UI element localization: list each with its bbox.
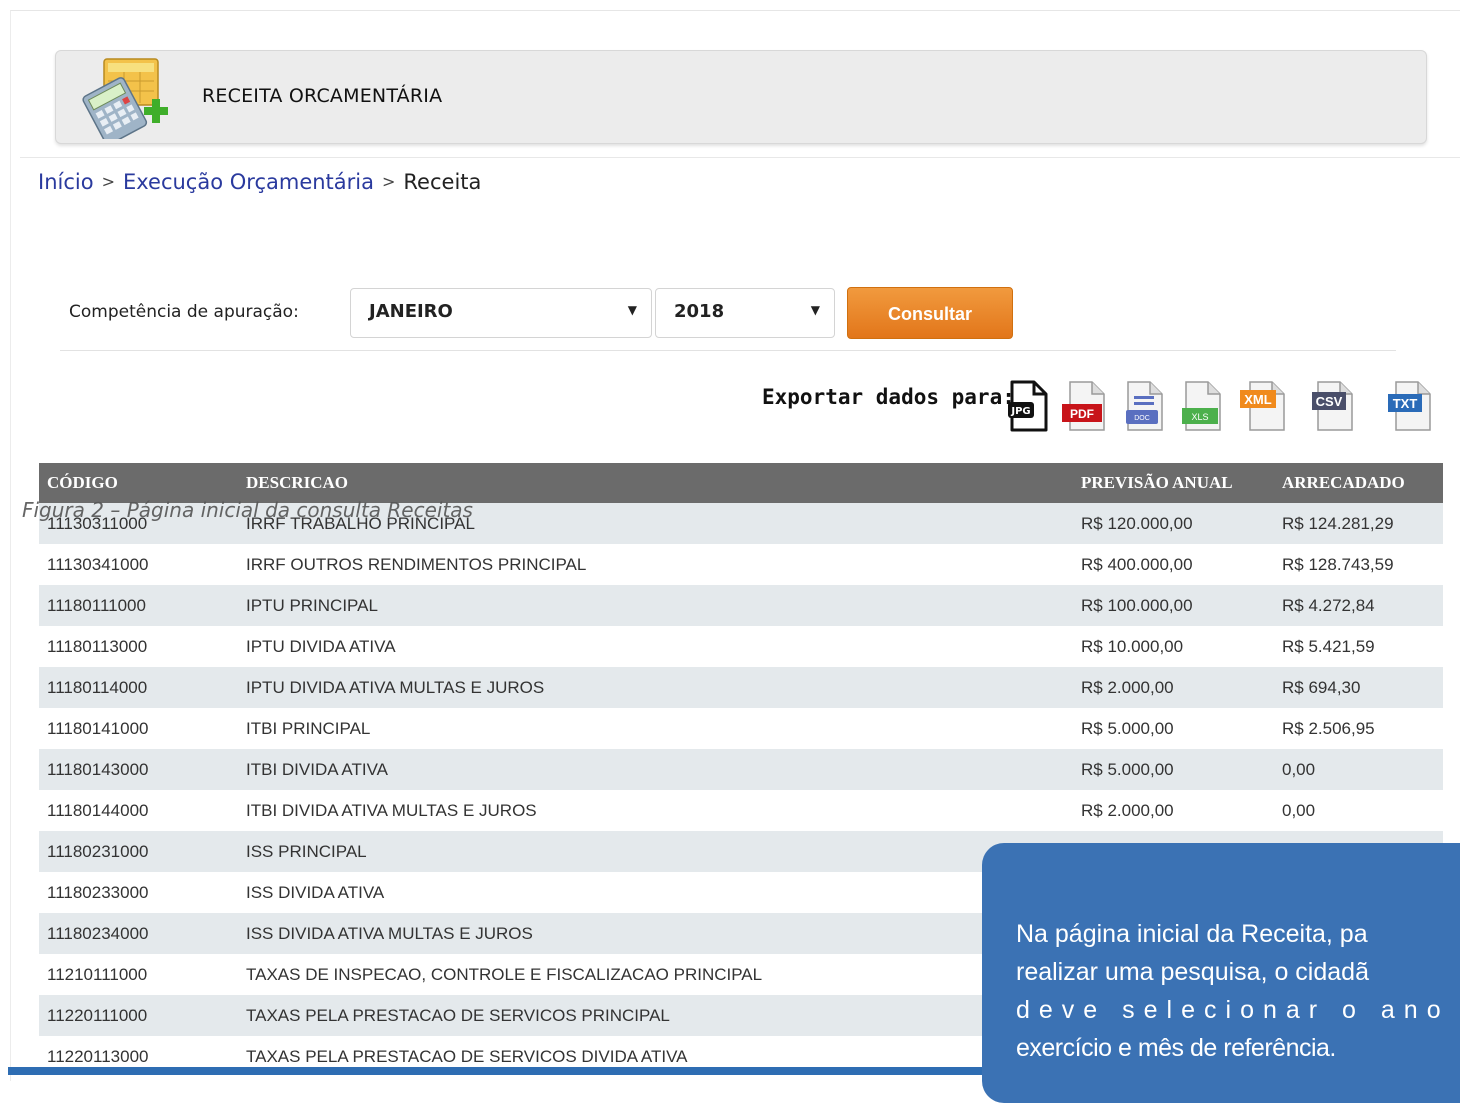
cell-codigo: 11180144000 — [39, 790, 238, 831]
column-header-codigo[interactable]: CÓDIGO — [39, 463, 238, 503]
cell-arrecadado: R$ 694,30 — [1274, 667, 1443, 708]
month-select-value: JANEIRO — [369, 301, 453, 322]
cell-previsao: R$ 400.000,00 — [1073, 544, 1274, 585]
cell-arrecadado: 0,00 — [1274, 790, 1443, 831]
competencia-label: Competência de apuração: — [69, 302, 299, 322]
table-row[interactable]: 11180141000 ITBI PRINCIPAL R$ 5.000,00 R… — [39, 708, 1443, 749]
svg-text:DOC: DOC — [1134, 415, 1150, 422]
svg-text:JPG: JPG — [1010, 406, 1030, 417]
cell-codigo: 11220111000 — [39, 995, 238, 1036]
svg-text:TXT: TXT — [1393, 396, 1418, 411]
cell-descricao: ISS PRINCIPAL — [238, 831, 1073, 872]
callout-line-2: realizar uma pesquisa, o cidadã — [1016, 958, 1369, 986]
cell-previsao: R$ 5.000,00 — [1073, 749, 1274, 790]
table-row[interactable]: 11180113000 IPTU DIVIDA ATIVA R$ 10.000,… — [39, 626, 1443, 667]
cell-previsao: R$ 2.000,00 — [1073, 667, 1274, 708]
export-xls-icon[interactable]: XLS — [1176, 378, 1226, 434]
export-csv-icon[interactable]: CSV — [1308, 378, 1358, 434]
cell-arrecadado: 0,00 — [1274, 749, 1443, 790]
cell-codigo: 11180114000 — [39, 667, 238, 708]
callout-text: Na página inicial da Receita, pa realiza… — [1016, 915, 1460, 1067]
year-select-value: 2018 — [674, 301, 725, 322]
export-jpg-icon[interactable]: JPG — [1004, 378, 1054, 434]
calculator-add-icon — [82, 58, 168, 139]
consultar-button[interactable]: Consultar — [847, 287, 1013, 339]
callout-line-4: exercício e mês de referência. — [1016, 1034, 1336, 1062]
cell-descricao: ITBI DIVIDA ATIVA MULTAS E JUROS — [238, 790, 1073, 831]
svg-text:XML: XML — [1244, 392, 1272, 407]
cell-descricao: IPTU DIVIDA ATIVA — [238, 626, 1073, 667]
callout-line-1: Na página inicial da Receita, pa — [1016, 920, 1368, 948]
table-row[interactable]: 11180143000 ITBI DIVIDA ATIVA R$ 5.000,0… — [39, 749, 1443, 790]
cell-arrecadado: R$ 128.743,59 — [1274, 544, 1443, 585]
figure-caption: Figura 2 – Página inicial da consulta Re… — [22, 498, 473, 522]
dropdown-arrow-icon: ▼ — [810, 303, 820, 317]
cell-descricao: ISS DIVIDA ATIVA MULTAS E JUROS — [238, 913, 1073, 954]
month-select[interactable]: JANEIRO ▼ — [350, 288, 652, 338]
cell-previsao: R$ 10.000,00 — [1073, 626, 1274, 667]
svg-text:XLS: XLS — [1191, 412, 1208, 422]
cell-codigo: 11130341000 — [39, 544, 238, 585]
export-txt-icon[interactable]: TXT — [1386, 378, 1436, 434]
breadcrumb-separator: > — [382, 172, 396, 191]
year-select[interactable]: 2018 ▼ — [655, 288, 835, 338]
content-divider — [20, 157, 1460, 158]
page-title: RECEITA ORCAMENTÁRIA — [202, 85, 443, 107]
table-row[interactable]: 11130341000 IRRF OUTROS RENDIMENTOS PRIN… — [39, 544, 1443, 585]
cell-previsao: R$ 5.000,00 — [1073, 708, 1274, 749]
cell-codigo: 11180234000 — [39, 913, 238, 954]
table-header-row: CÓDIGO DESCRICAO PREVISÃO ANUAL ARRECADA… — [39, 463, 1443, 503]
breadcrumb: Início > Execução Orçamentária > Receita — [38, 170, 481, 194]
cell-arrecadado: R$ 2.506,95 — [1274, 708, 1443, 749]
column-header-previsao[interactable]: PREVISÃO ANUAL — [1073, 463, 1274, 503]
cell-codigo: 11180113000 — [39, 626, 238, 667]
cell-descricao: IPTU DIVIDA ATIVA MULTAS E JUROS — [238, 667, 1073, 708]
cell-descricao: TAXAS PELA PRESTACAO DE SERVICOS PRINCIP… — [238, 995, 1073, 1036]
breadcrumb-separator: > — [101, 172, 115, 191]
cell-codigo: 11180111000 — [39, 585, 238, 626]
cell-descricao: ITBI PRINCIPAL — [238, 708, 1073, 749]
cell-codigo: 11180143000 — [39, 749, 238, 790]
table-row[interactable]: 11180111000 IPTU PRINCIPAL R$ 100.000,00… — [39, 585, 1443, 626]
cell-descricao: ISS DIVIDA ATIVA — [238, 872, 1073, 913]
breadcrumb-home-link[interactable]: Início — [38, 170, 94, 194]
export-doc-icon[interactable]: DOC — [1118, 378, 1168, 434]
table-row[interactable]: 11180114000 IPTU DIVIDA ATIVA MULTAS E J… — [39, 667, 1443, 708]
cell-codigo: 11180141000 — [39, 708, 238, 749]
filter-divider — [60, 350, 1396, 351]
cell-arrecadado: R$ 5.421,59 — [1274, 626, 1443, 667]
cell-previsao: R$ 120.000,00 — [1073, 503, 1274, 544]
cell-descricao: IRRF OUTROS RENDIMENTOS PRINCIPAL — [238, 544, 1073, 585]
dropdown-arrow-icon: ▼ — [627, 303, 637, 317]
cell-previsao: R$ 2.000,00 — [1073, 790, 1274, 831]
svg-text:PDF: PDF — [1070, 407, 1094, 421]
cell-codigo: 11180233000 — [39, 872, 238, 913]
page-header: RECEITA ORCAMENTÁRIA — [55, 50, 1427, 144]
cell-descricao: IPTU PRINCIPAL — [238, 585, 1073, 626]
export-xml-icon[interactable]: XML — [1238, 378, 1288, 434]
breadcrumb-section-link[interactable]: Execução Orçamentária — [123, 170, 374, 194]
callout-line-3: deve selecionar o ano d — [1016, 996, 1460, 1024]
cell-arrecadado: R$ 4.272,84 — [1274, 585, 1443, 626]
cell-arrecadado: R$ 124.281,29 — [1274, 503, 1443, 544]
cell-codigo: 11180231000 — [39, 831, 238, 872]
cell-codigo: 11210111000 — [39, 954, 238, 995]
cell-descricao: TAXAS DE INSPECAO, CONTROLE E FISCALIZAC… — [238, 954, 1073, 995]
help-callout: Na página inicial da Receita, pa realiza… — [982, 843, 1460, 1103]
table-row[interactable]: 11180144000 ITBI DIVIDA ATIVA MULTAS E J… — [39, 790, 1443, 831]
breadcrumb-current: Receita — [403, 170, 482, 194]
cell-previsao: R$ 100.000,00 — [1073, 585, 1274, 626]
svg-text:CSV: CSV — [1316, 394, 1343, 409]
export-pdf-icon[interactable]: PDF — [1060, 378, 1110, 434]
cell-descricao: ITBI DIVIDA ATIVA — [238, 749, 1073, 790]
export-label: Exportar dados para: — [762, 385, 1015, 409]
column-header-descricao[interactable]: DESCRICAO — [238, 463, 1073, 503]
column-header-arrecadado[interactable]: ARRECADADO — [1274, 463, 1443, 503]
